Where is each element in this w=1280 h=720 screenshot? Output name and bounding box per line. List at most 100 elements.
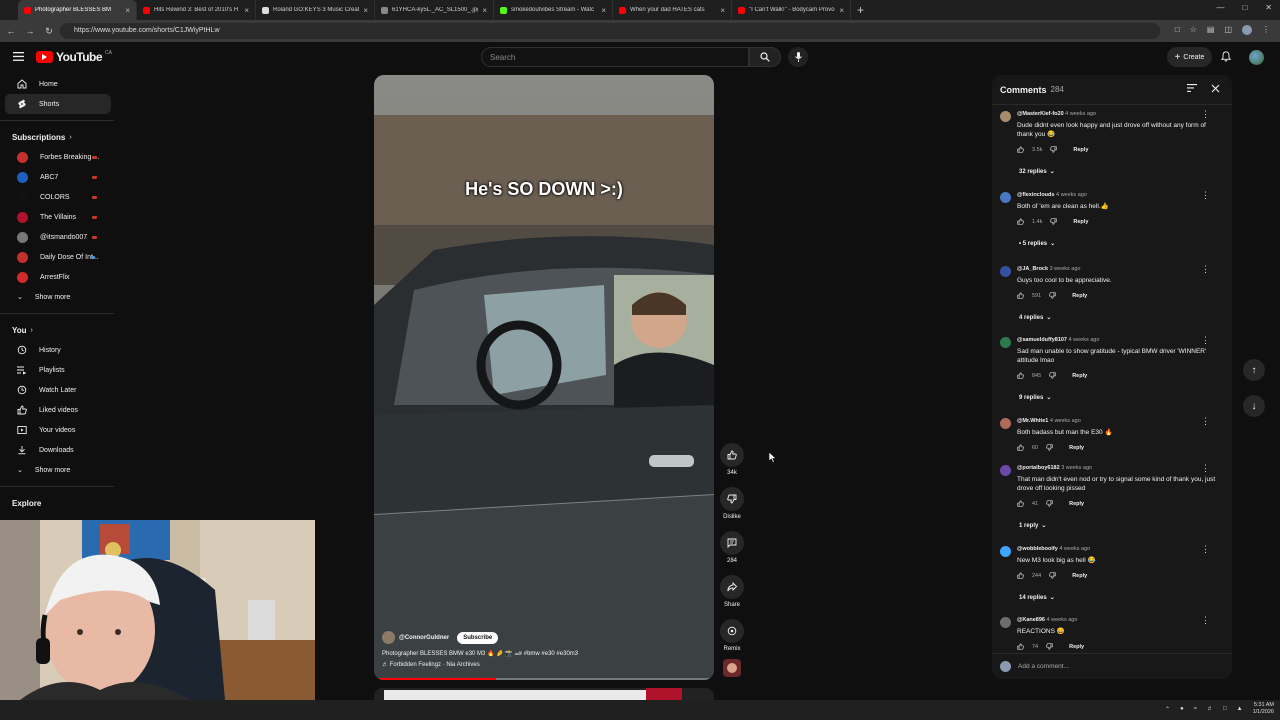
create-button[interactable]: + Create — [1167, 47, 1212, 67]
hamburger-menu-icon[interactable] — [13, 52, 24, 61]
network-icon[interactable]: ▲ — [1237, 706, 1243, 712]
comment-author[interactable]: @samuelduffy8107 — [1017, 337, 1067, 343]
show-more-you[interactable]: ⌄ Show more — [5, 460, 111, 480]
commenter-avatar[interactable] — [1000, 266, 1011, 277]
account-avatar[interactable] — [1249, 50, 1264, 65]
reply-button[interactable]: Reply — [1073, 219, 1088, 225]
subscribe-button[interactable]: Subscribe — [457, 631, 499, 644]
comment-menu-icon[interactable]: ⋮ — [1201, 110, 1210, 119]
search-input[interactable]: Search — [481, 47, 749, 67]
browser-tab[interactable]: Roland GO:KEYS 3 Music Creati × — [256, 0, 375, 20]
like-action[interactable]: 34k — [720, 443, 744, 476]
sidebar-item-watch-later[interactable]: Watch Later — [5, 380, 111, 400]
channel-avatar[interactable] — [382, 631, 395, 644]
reply-button[interactable]: Reply — [1069, 501, 1084, 507]
url-field[interactable]: https://www.youtube.com/shorts/C1JWiyPtH… — [60, 23, 1160, 39]
reply-button[interactable]: Reply — [1072, 293, 1087, 299]
install-icon[interactable]: □ — [1175, 25, 1180, 35]
comment-menu-icon[interactable]: ⋮ — [1201, 191, 1210, 200]
tab-close-icon[interactable]: × — [125, 6, 130, 15]
thumbs-down-icon[interactable] — [1049, 292, 1056, 299]
commenter-avatar[interactable] — [1000, 617, 1011, 628]
comment-menu-icon[interactable]: ⋮ — [1201, 464, 1210, 473]
thumbs-up-icon[interactable] — [1017, 292, 1024, 299]
sidebar-item-liked-videos[interactable]: Liked videos — [5, 400, 111, 420]
thumbs-up-icon[interactable] — [1017, 643, 1024, 650]
commenter-avatar[interactable] — [1000, 418, 1011, 429]
commenter-avatar[interactable] — [1000, 337, 1011, 348]
search-button[interactable] — [749, 47, 781, 67]
dislike-action[interactable]: Dislike — [720, 487, 744, 520]
comment-author[interactable]: @Kane896 — [1017, 617, 1045, 623]
sidebar-subscription-item[interactable]: COLORS — [5, 187, 111, 207]
bookmark-star-icon[interactable]: ☆ — [1190, 25, 1197, 35]
browser-tab[interactable]: "I Can't Walk!" - Bodycam Provo × — [732, 0, 851, 20]
thumbs-up-icon[interactable] — [1017, 372, 1024, 379]
browser-tab[interactable]: Photographer BLESSES BM × — [18, 0, 137, 20]
thumbs-down-icon[interactable] — [1049, 572, 1056, 579]
tab-close-icon[interactable]: × — [363, 6, 368, 15]
sidebar-subscription-item[interactable]: ArrestFlix — [5, 267, 111, 287]
channel-name[interactable]: @ConnorGuldner — [399, 635, 449, 641]
next-short-preview[interactable] — [374, 688, 714, 700]
sidebar-item-home[interactable]: Home — [5, 74, 111, 94]
minimize-icon[interactable]: — — [1216, 3, 1224, 12]
thumbs-down-icon[interactable] — [1050, 146, 1058, 153]
thumbs-up-icon[interactable] — [1017, 500, 1024, 507]
sidebar-item-your-videos[interactable]: Your videos — [5, 420, 111, 440]
thumbs-up-icon[interactable] — [1017, 572, 1024, 579]
tab-close-icon[interactable]: × — [244, 6, 249, 15]
you-heading[interactable]: You › — [0, 320, 116, 340]
comment-menu-icon[interactable]: ⋮ — [1201, 417, 1210, 426]
next-short-button[interactable]: ↓ — [1243, 395, 1265, 417]
menu-dots-icon[interactable]: ⋮ — [1262, 25, 1270, 35]
tab-close-icon[interactable]: × — [720, 6, 725, 15]
close-icon[interactable] — [1211, 84, 1220, 93]
tab-close-icon[interactable]: × — [839, 6, 844, 15]
thumbs-down-icon[interactable] — [1046, 444, 1053, 451]
view-replies-button[interactable]: 4 replies ⌄ — [1019, 314, 1051, 322]
previous-short-button[interactable]: ↑ — [1243, 359, 1265, 381]
video-progress-bar[interactable] — [374, 678, 714, 680]
close-window-icon[interactable]: ✕ — [1265, 3, 1272, 12]
commenter-avatar[interactable] — [1000, 546, 1011, 557]
show-more-subscriptions[interactable]: ⌄ Show more — [5, 287, 111, 307]
view-replies-button[interactable]: 1 reply ⌄ — [1019, 522, 1046, 530]
browser-tab[interactable]: When your dad HATES cats × — [613, 0, 732, 20]
sidebar-subscription-item[interactable]: Daily Dose Of Int... — [5, 247, 111, 267]
volume-icon[interactable]: ♬ — [1207, 706, 1213, 712]
browser-tab[interactable]: Hits Rewind 3: Best of 2010's H × — [137, 0, 256, 20]
subscriptions-heading[interactable]: Subscriptions › — [0, 127, 116, 147]
like-button[interactable] — [720, 443, 744, 467]
thumbs-up-icon[interactable] — [1017, 146, 1024, 153]
sidebar-item-downloads[interactable]: Downloads — [5, 440, 111, 460]
comment-author[interactable]: @portalboy6182 — [1017, 465, 1060, 471]
maximize-icon[interactable]: □ — [1242, 3, 1247, 12]
comment-menu-icon[interactable]: ⋮ — [1201, 616, 1210, 625]
new-tab-button[interactable]: + — [857, 3, 864, 17]
video-title[interactable]: Photographer BLESSES BMW e30 M3 🔥 🤌 📸 🏎 … — [382, 650, 706, 657]
browser-tab[interactable]: smokedoutvibes Stream - Watc × — [494, 0, 613, 20]
comment-menu-icon[interactable]: ⋮ — [1201, 545, 1210, 554]
chevron-up-icon[interactable]: ⌃ — [1165, 706, 1170, 713]
sidebar-subscription-item[interactable]: Forbes Breaking ... — [5, 147, 111, 167]
comment-author[interactable]: @JA_Brock — [1017, 266, 1048, 272]
forward-icon[interactable]: → — [22, 26, 38, 36]
reply-button[interactable]: Reply — [1072, 373, 1087, 379]
view-replies-button[interactable]: 9 replies ⌄ — [1019, 394, 1051, 402]
back-icon[interactable]: ← — [3, 26, 19, 36]
comment-author[interactable]: @Mr.White1 — [1017, 418, 1048, 424]
taskbar-clock[interactable]: 5:31 AM 1/1/2026 — [1253, 702, 1274, 716]
sidebar-item-history[interactable]: History — [5, 340, 111, 360]
remix-action[interactable]: Remix — [720, 619, 744, 652]
comment-author[interactable]: @flexinclouds — [1017, 192, 1054, 198]
comment-menu-icon[interactable]: ⋮ — [1201, 265, 1210, 274]
short-video-player[interactable]: He's SO DOWN >:) @ConnorGuldner Subscrib… — [374, 75, 714, 680]
reply-button[interactable]: Reply — [1069, 445, 1084, 451]
reply-button[interactable]: Reply — [1073, 147, 1088, 153]
reload-icon[interactable]: ↻ — [41, 26, 57, 37]
thumbs-down-icon[interactable] — [1050, 218, 1058, 225]
browser-profile-avatar[interactable] — [1242, 25, 1252, 35]
thumbs-up-icon[interactable] — [1017, 218, 1024, 225]
sidebar-subscription-item[interactable]: ABC7 — [5, 167, 111, 187]
